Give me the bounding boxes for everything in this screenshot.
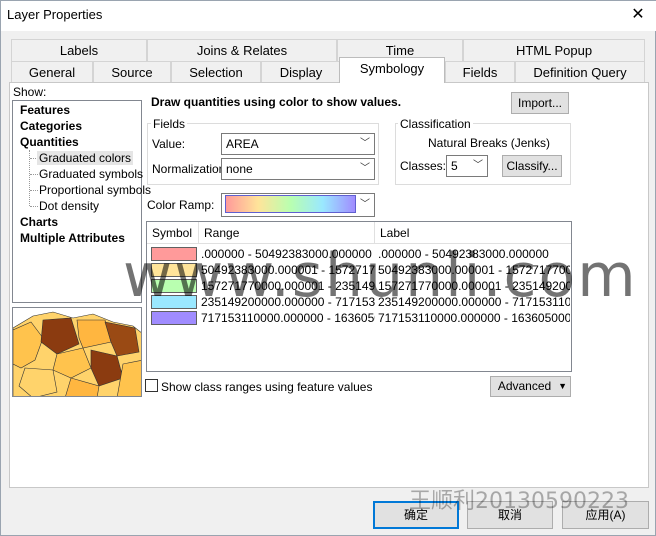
color-ramp-swatch [225, 195, 356, 213]
show-label: Show: [13, 85, 47, 99]
tab-joins-relates[interactable]: Joins & Relates [147, 39, 337, 61]
title-bar: Layer Properties ✕ [1, 1, 656, 31]
show-item-charts[interactable]: Charts [20, 215, 58, 229]
close-icon[interactable]: ✕ [627, 4, 649, 26]
classes-label: Classes: [400, 159, 447, 173]
symbology-description: Draw quantities using color to show valu… [147, 92, 507, 112]
chevron-down-icon: ﹀ [360, 138, 370, 149]
tab-html-popup[interactable]: HTML Popup [463, 39, 645, 61]
show-item-multiple-attributes[interactable]: Multiple Attributes [20, 231, 125, 245]
range-cell[interactable]: 717153110000.000000 - 1636050000000.0000… [201, 310, 375, 326]
value-field-text: AREA [226, 137, 259, 151]
classification-group-title: Classification [398, 117, 473, 131]
show-item-proportional-symbols[interactable]: Proportional symbols [39, 183, 151, 197]
tree-connector [30, 206, 38, 207]
tab-definition-query[interactable]: Definition Query [515, 61, 645, 83]
layer-properties-window: Layer Properties ✕ Labels Joins & Relate… [0, 0, 656, 536]
normalization-label: Normalization: [152, 162, 229, 176]
table-row[interactable]: 717153110000.000000 - 1636050000000.0000… [147, 310, 571, 326]
show-item-dot-density[interactable]: Dot density [39, 199, 99, 213]
import-button[interactable]: Import... [511, 92, 569, 114]
classification-method: Natural Breaks (Jenks) [428, 136, 551, 150]
tab-selection[interactable]: Selection [171, 61, 261, 83]
symbol-swatch[interactable] [151, 311, 197, 325]
show-class-ranges-label: Show class ranges using feature values [161, 380, 373, 394]
chevron-down-icon: ﹀ [360, 199, 370, 210]
fields-group-title: Fields [151, 117, 188, 131]
normalization-field-text: none [226, 162, 253, 176]
tab-general[interactable]: General [11, 61, 93, 83]
tree-connector [30, 190, 38, 191]
tab-fields[interactable]: Fields [445, 61, 515, 83]
map-preview-image [12, 307, 142, 397]
label-cell[interactable]: 717153110000.000000 - 1636050000000.0000… [378, 310, 570, 326]
tab-source[interactable]: Source [93, 61, 171, 83]
chevron-down-icon: ﹀ [473, 160, 483, 171]
dropdown-arrow-icon: ▼ [558, 381, 567, 391]
advanced-button[interactable]: Advanced ▼ [490, 376, 571, 397]
tree-connector [30, 174, 38, 175]
window-title: Layer Properties [7, 7, 103, 22]
value-label: Value: [152, 137, 186, 151]
show-class-ranges-checkbox[interactable] [145, 379, 158, 392]
show-item-quantities[interactable]: Quantities [20, 135, 79, 149]
color-ramp-label: Color Ramp: [147, 198, 215, 212]
author-watermark: 王顺利20130590223 [409, 489, 629, 514]
tab-symbology[interactable]: Symbology [339, 57, 445, 83]
map-thumbnail [13, 308, 141, 396]
show-item-features[interactable]: Features [20, 103, 70, 117]
classes-select[interactable]: 5 ﹀ [446, 155, 488, 177]
advanced-label: Advanced [497, 379, 552, 393]
show-item-categories[interactable]: Categories [20, 119, 82, 133]
classes-value: 5 [451, 159, 458, 173]
classify-button[interactable]: Classify... [502, 155, 562, 177]
show-item-graduated-colors[interactable]: Graduated colors [37, 151, 134, 165]
normalization-field-select[interactable]: none ﹀ [221, 158, 375, 180]
site-watermark: www.shunli.com [123, 241, 638, 311]
chevron-down-icon: ﹀ [360, 163, 370, 174]
tab-display[interactable]: Display [261, 61, 341, 83]
value-field-select[interactable]: AREA ﹀ [221, 133, 375, 155]
tab-labels[interactable]: Labels [11, 39, 147, 61]
show-item-graduated-symbols[interactable]: Graduated symbols [39, 167, 143, 181]
